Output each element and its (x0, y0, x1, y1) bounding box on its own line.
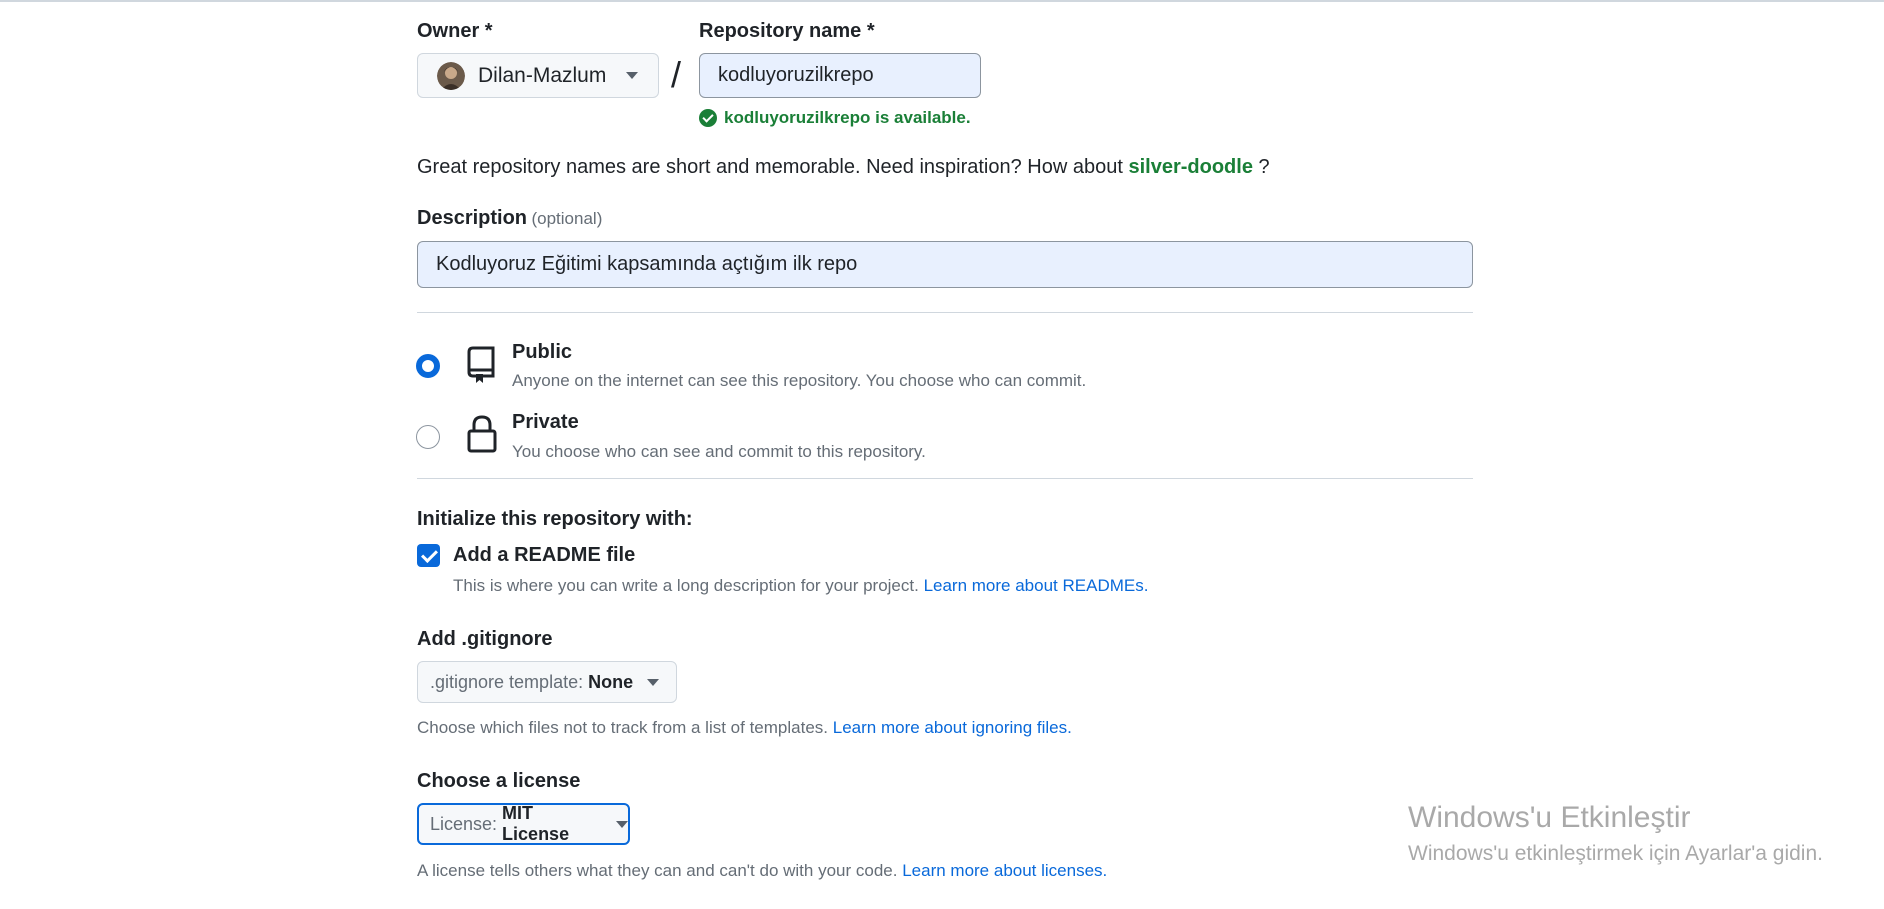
activation-watermark-subtitle: Windows'u etkinleştirmek için Ayarlar'a … (1408, 842, 1823, 865)
divider (417, 478, 1473, 479)
readme-help: This is where you can write a long descr… (453, 576, 1148, 596)
license-select[interactable]: License: MIT License (417, 803, 630, 845)
license-desc: A license tells others what they can and… (417, 861, 898, 880)
private-label: Private (512, 411, 579, 433)
public-label: Public (512, 341, 573, 363)
owner-name: Dilan-Mazlum (478, 63, 607, 87)
license-select-key: License: (430, 813, 498, 834)
license-learn-more-link[interactable]: Learn more about licenses. (902, 861, 1107, 880)
owner-repo-separator: / (671, 54, 682, 95)
repo-name-label: Repository name * (699, 20, 875, 42)
name-suggestion: Great repository names are short and mem… (417, 156, 1270, 179)
init-heading: Initialize this repository with: (417, 508, 693, 530)
gitignore-select-key: .gitignore template: (430, 671, 584, 692)
private-radio[interactable] (416, 425, 440, 449)
gitignore-select-value: None (588, 671, 634, 692)
owner-label: Owner * (417, 20, 493, 42)
public-description: Anyone on the internet can see this repo… (512, 371, 1087, 390)
repo-icon (466, 345, 498, 390)
gitignore-help: Choose which files not to track from a l… (417, 718, 1072, 738)
chevron-down-icon (647, 678, 660, 686)
license-select-value: MIT License (502, 803, 570, 844)
readme-learn-more-link[interactable]: Learn more about READMEs. (924, 576, 1149, 595)
top-divider (0, 0, 1884, 2)
check-circle-icon (699, 109, 717, 127)
suggestion-suffix: ? (1258, 156, 1270, 178)
divider (417, 312, 1473, 313)
suggested-name-link[interactable]: silver-doodle (1128, 156, 1252, 178)
repo-name-input[interactable] (699, 53, 981, 98)
availability-text: kodluyoruzilkrepo is available. (724, 108, 971, 127)
readme-label: Add a README file (453, 544, 636, 566)
public-radio[interactable] (416, 354, 440, 378)
gitignore-heading: Add .gitignore (417, 628, 553, 650)
chevron-down-icon (626, 72, 639, 79)
description-label-row: Description (optional) (417, 207, 602, 230)
private-description: You choose who can see and commit to thi… (512, 442, 926, 461)
gitignore-learn-more-link[interactable]: Learn more about ignoring files. (833, 718, 1072, 737)
lock-icon (466, 414, 498, 459)
license-help: A license tells others what they can and… (417, 861, 1107, 881)
avatar (437, 61, 465, 90)
description-input[interactable] (417, 241, 1473, 288)
readme-checkbox[interactable] (417, 544, 440, 567)
gitignore-desc: Choose which files not to track from a l… (417, 718, 829, 737)
suggestion-text: Great repository names are short and mem… (417, 156, 1123, 178)
gitignore-select[interactable]: .gitignore template: None (417, 661, 677, 703)
description-label: Description (417, 207, 528, 229)
chevron-down-icon (616, 820, 628, 828)
activation-watermark-title: Windows'u Etkinleştir (1408, 801, 1691, 834)
readme-desc: This is where you can write a long descr… (453, 576, 919, 595)
availability-message: kodluyoruzilkrepo is available. (699, 108, 971, 128)
license-heading: Choose a license (417, 770, 581, 792)
optional-hint: (optional) (531, 209, 603, 228)
owner-dropdown[interactable]: Dilan-Mazlum (417, 53, 659, 98)
